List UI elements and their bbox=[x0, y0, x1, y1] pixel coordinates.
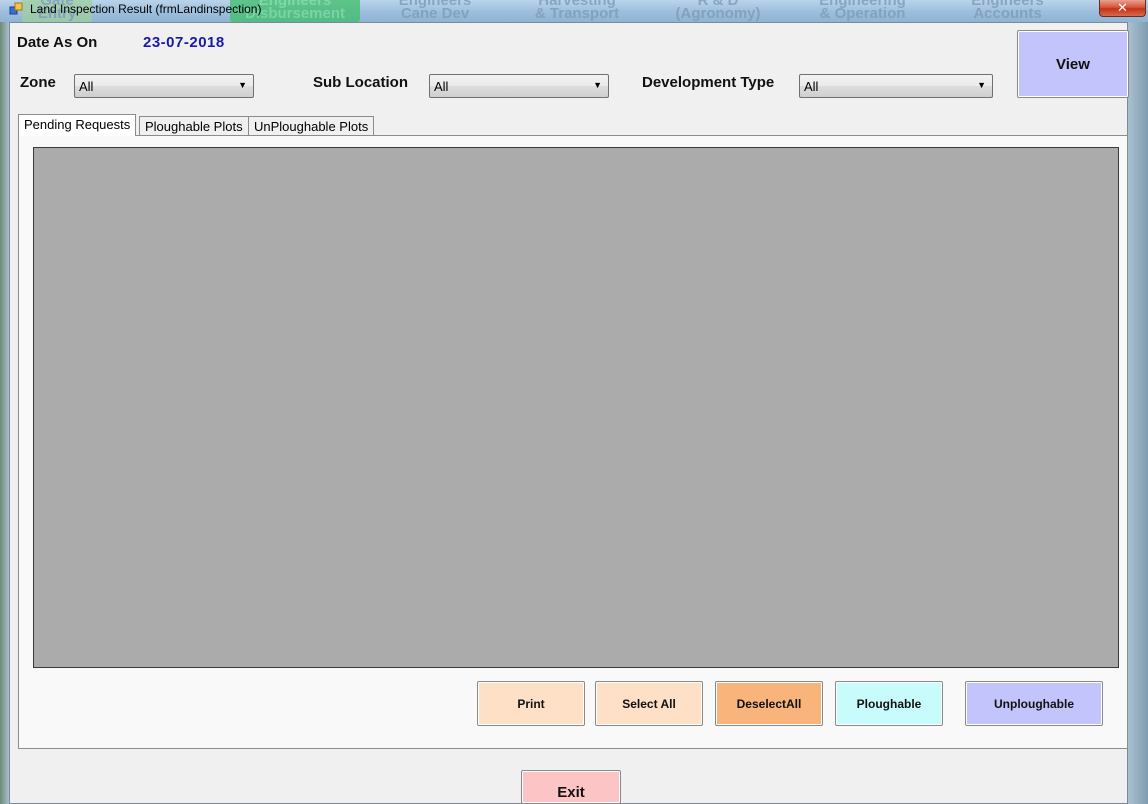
devtype-select[interactable]: All ▼ bbox=[799, 74, 993, 98]
requests-grid[interactable] bbox=[33, 147, 1119, 668]
background-tab: Harvesting & Transport bbox=[534, 0, 620, 22]
zone-select[interactable]: All ▼ bbox=[74, 74, 254, 98]
sublocation-select-value: All bbox=[434, 79, 449, 94]
chevron-down-icon: ▼ bbox=[977, 80, 986, 90]
devtype-select-value: All bbox=[804, 79, 819, 94]
view-button[interactable]: View bbox=[1017, 30, 1129, 98]
select-all-button[interactable]: Select All bbox=[595, 681, 703, 726]
chevron-down-icon: ▼ bbox=[238, 80, 247, 90]
sublocation-select[interactable]: All ▼ bbox=[429, 74, 609, 98]
background-tab: Engineers Accounts bbox=[971, 0, 1044, 22]
deselect-all-button[interactable]: DeselectAll bbox=[715, 681, 823, 726]
tab-pending-requests[interactable]: Pending Requests bbox=[18, 114, 137, 136]
zone-label: Zone bbox=[20, 74, 56, 91]
devtype-label: Development Type bbox=[642, 74, 775, 91]
tab-unploughable-plots[interactable]: UnPloughable Plots bbox=[248, 116, 375, 135]
close-icon: ✕ bbox=[1117, 0, 1128, 15]
chevron-down-icon: ▼ bbox=[593, 80, 602, 90]
ploughable-button[interactable]: Ploughable bbox=[835, 681, 943, 726]
window-frame-left bbox=[0, 22, 9, 804]
sublocation-label: Sub Location bbox=[313, 74, 408, 91]
zone-select-value: All bbox=[79, 79, 94, 94]
print-button[interactable]: Print bbox=[477, 681, 585, 726]
tab-ploughable-plots[interactable]: Ploughable Plots bbox=[139, 116, 249, 135]
background-tab: Engineering & Operation bbox=[819, 0, 906, 22]
date-label: Date As On bbox=[17, 34, 98, 51]
close-button[interactable]: ✕ bbox=[1099, 0, 1146, 17]
window-title: Land Inspection Result (frmLandinspectio… bbox=[30, 2, 262, 16]
background-tab: R & D (Agronomy) bbox=[675, 0, 761, 22]
date-value: 23-07-2018 bbox=[143, 34, 225, 51]
unploughable-button[interactable]: Unploughable bbox=[965, 681, 1103, 726]
window-frame-right bbox=[1128, 22, 1148, 804]
form-icon bbox=[9, 2, 23, 15]
exit-button[interactable]: Exit bbox=[521, 770, 621, 804]
title-bar: Gate Entry Engineers Disbursement Engine… bbox=[0, 0, 1148, 22]
background-tab: Engineers Cane Dev bbox=[398, 0, 472, 22]
